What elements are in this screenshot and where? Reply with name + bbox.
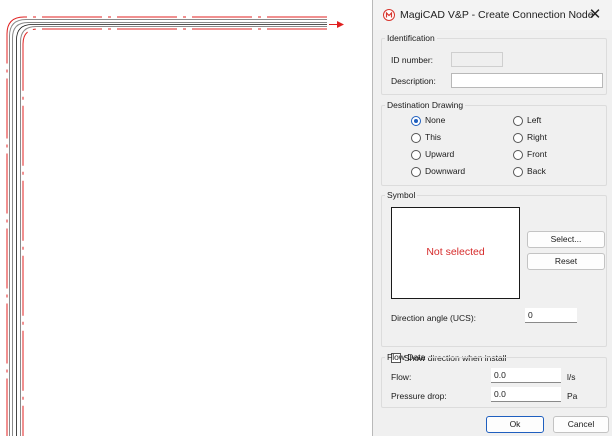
radio-label: Right [527,132,547,142]
window-title: MagiCAD V&P - Create Connection Node [400,9,594,21]
identification-legend: Identification [387,33,435,43]
duct-walls-gray [9,19,327,436]
radio-label: Back [527,166,546,176]
select-button[interactable]: Select... [527,231,605,248]
symbol-legend: Symbol [387,190,416,200]
arrow-right-icon [329,21,344,28]
not-selected-text: Not selected [426,246,485,258]
radio-indicator [513,133,523,143]
radio-indicator [411,150,421,160]
cancel-button[interactable]: Cancel [553,416,609,433]
duct-outline-red [6,16,327,436]
destination-legend: Destination Drawing [387,100,464,110]
pressure-drop-unit: Pa [567,391,578,401]
flow-label: Flow: [391,372,412,382]
ok-button[interactable]: Ok [486,416,544,433]
radio-indicator [411,133,421,143]
cad-drawing-area[interactable] [0,0,370,436]
radio-indicator [513,150,523,160]
close-button[interactable]: ✕ [584,4,606,26]
magicad-logo-icon [383,9,395,21]
description-input[interactable] [451,73,603,88]
radio-label: Left [527,115,542,125]
reset-button[interactable]: Reset [527,253,605,270]
duct-drawing [6,16,344,436]
id-number-input[interactable] [451,52,503,67]
radio-label: This [425,132,442,142]
radio-label: Downward [425,166,466,176]
symbol-preview: Not selected [391,207,520,299]
direction-angle-input[interactable] [525,308,577,323]
flow-input[interactable] [491,368,561,383]
radio-indicator [411,167,421,177]
pressure-drop-label: Pressure drop: [391,391,447,401]
radio-indicator [411,116,421,126]
radio-label: Front [527,149,547,159]
title-bar[interactable]: MagiCAD V&P - Create Connection Node ✕ [373,0,612,30]
duct-centerline [16,24,327,436]
create-connection-node-dialog: MagiCAD V&P - Create Connection Node ✕ I… [372,0,612,436]
radio-indicator [513,167,523,177]
flow-legend: Flow Data [387,352,426,362]
radio-indicator [513,116,523,126]
pressure-drop-input[interactable] [491,387,561,402]
description-label: Description: [391,76,436,86]
radio-label: Upward [425,149,455,159]
id-number-label: ID number: [391,55,434,65]
flow-unit: l/s [567,372,576,382]
direction-angle-label: Direction angle (UCS): [391,313,477,323]
radio-label: None [425,115,446,125]
